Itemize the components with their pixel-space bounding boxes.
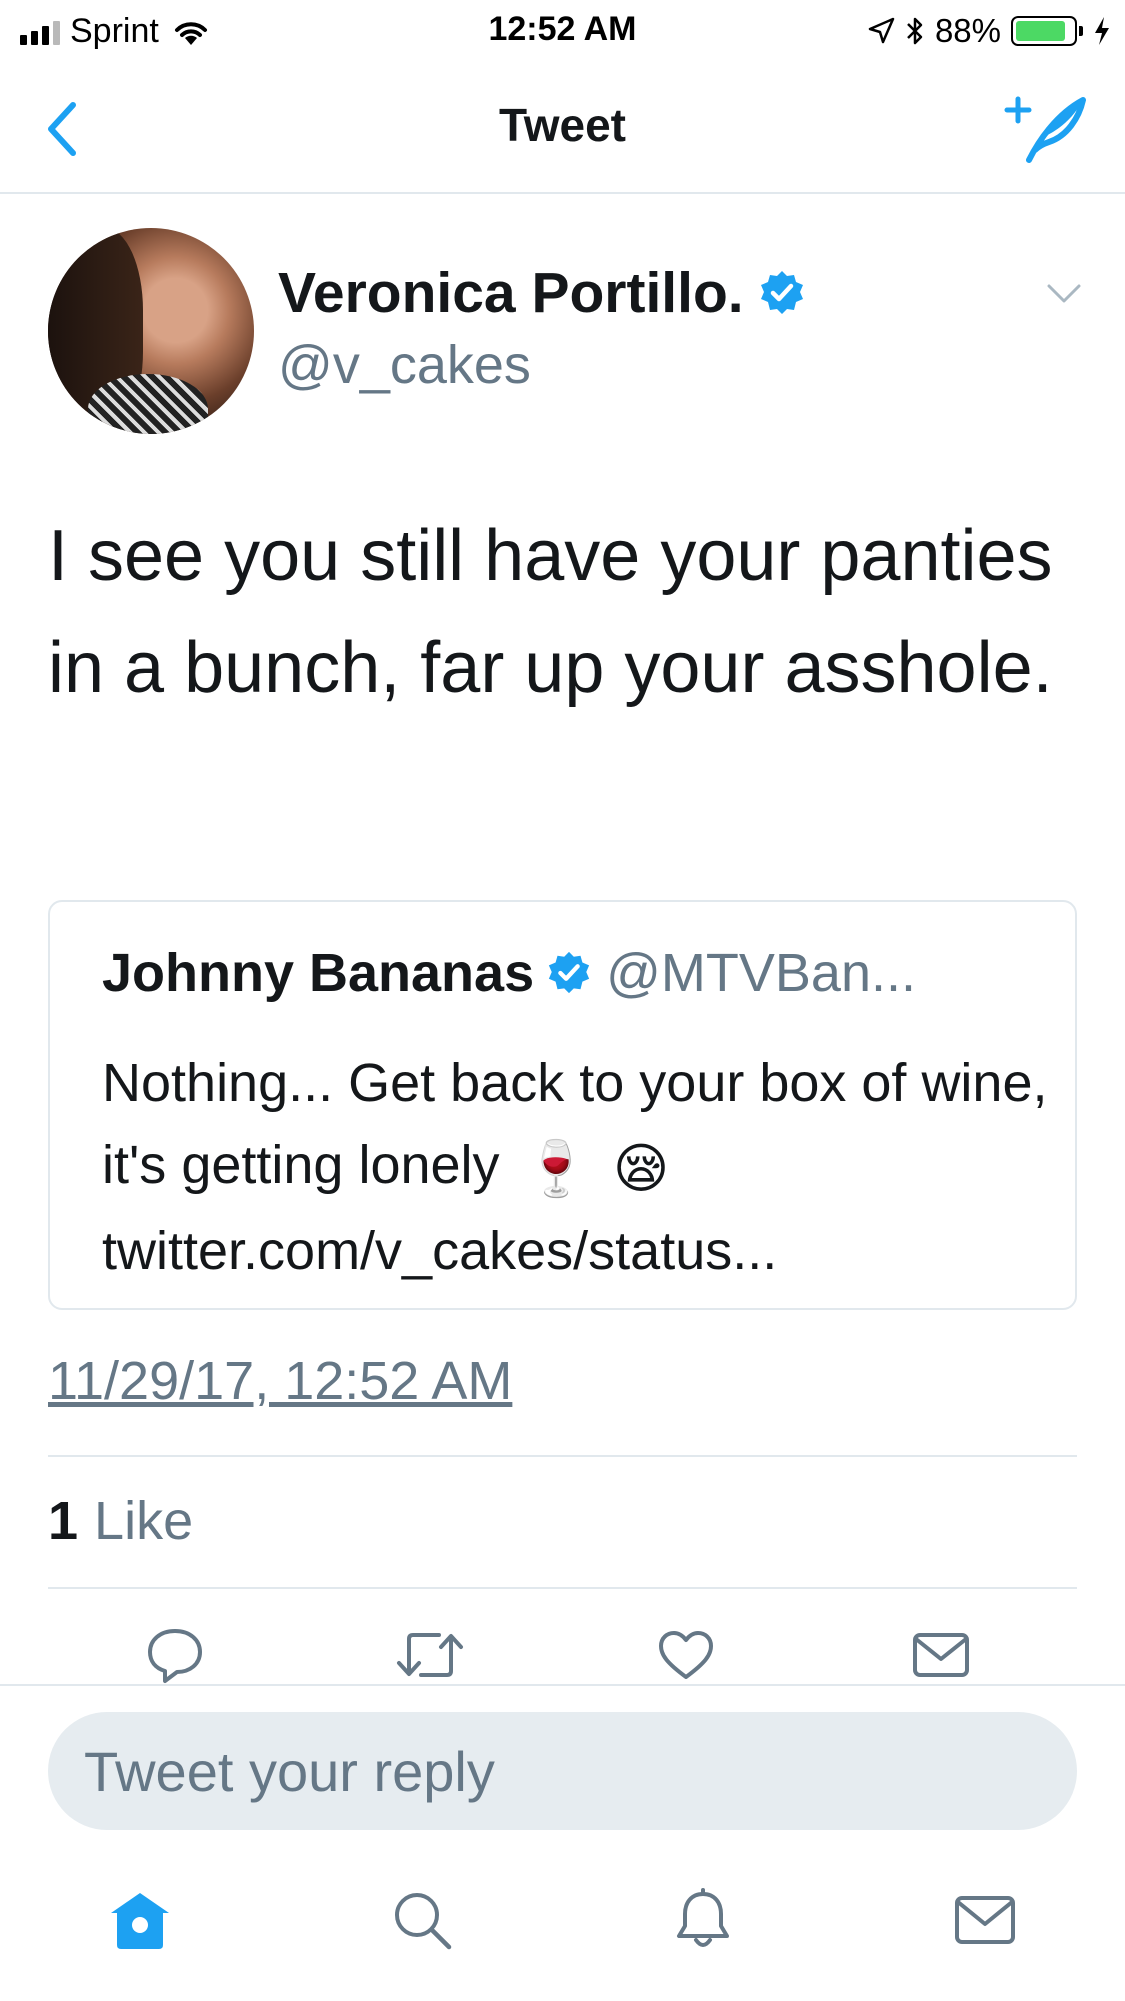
- chevron-down-icon[interactable]: [1047, 284, 1081, 304]
- home-icon: [111, 1893, 169, 1949]
- author-name-text: Veronica Portillo.: [278, 261, 744, 325]
- status-bar: Sprint 12:52 AM 88%: [0, 0, 1125, 62]
- author-avatar[interactable]: [48, 228, 254, 434]
- reply-icon: [148, 1629, 202, 1683]
- divider: [48, 1455, 1077, 1457]
- verified-badge-icon: [760, 271, 803, 314]
- reply-input[interactable]: [48, 1712, 1077, 1830]
- tab-home[interactable]: [100, 1880, 180, 1960]
- messages-icon: [955, 1896, 1015, 1944]
- share-button[interactable]: [906, 1620, 976, 1690]
- page-title: Tweet: [499, 99, 626, 151]
- compose-tweet-button[interactable]: [999, 88, 1089, 168]
- quoted-tweet-header: Johnny Bananas @MTVBan...: [102, 942, 916, 1004]
- quoted-author-handle: @MTVBan...: [606, 943, 917, 1003]
- search-icon: [395, 1893, 452, 1950]
- sleepy-face-emoji-icon: 😪: [612, 1138, 670, 1199]
- like-icon: [659, 1631, 713, 1679]
- tweet-actions: [0, 1620, 1125, 1690]
- likes-summary[interactable]: 1 Like: [48, 1490, 193, 1552]
- quoted-author-name: Johnny Bananas: [102, 943, 535, 1003]
- divider: [48, 1587, 1077, 1589]
- quoted-tweet-text: Nothing... Get back to your box of wine,…: [102, 1042, 1062, 1292]
- location-icon: [868, 17, 895, 44]
- battery-fill: [1016, 21, 1066, 41]
- quoted-tweet-link[interactable]: twitter.com/v_cakes/status...: [102, 1221, 777, 1281]
- compose-feather-icon: [1004, 96, 1086, 163]
- bluetooth-icon: [907, 17, 923, 45]
- verified-badge-icon: [548, 951, 590, 994]
- quoted-tweet-card[interactable]: Johnny Bananas @MTVBan... Nothing... Get…: [48, 900, 1077, 1310]
- status-right: 88%: [867, 12, 1111, 50]
- avatar-shirt: [88, 374, 208, 434]
- like-button[interactable]: [651, 1620, 721, 1690]
- tweet-timestamp[interactable]: 11/29/17, 12:52 AM: [48, 1350, 512, 1412]
- wine-glass-emoji-icon: 🍷: [522, 1138, 590, 1199]
- share-icon: [913, 1633, 969, 1677]
- tab-messages[interactable]: [945, 1880, 1025, 1960]
- tab-notifications[interactable]: [663, 1880, 743, 1960]
- tab-bar: [0, 1880, 1125, 1980]
- battery-icon: [1011, 16, 1083, 46]
- reply-button[interactable]: [140, 1620, 210, 1690]
- likes-count: 1: [48, 1491, 79, 1551]
- tweet-text: I see you still have your panties in a b…: [48, 516, 1053, 708]
- battery-percent: 88%: [934, 12, 1001, 49]
- tab-search[interactable]: [382, 1880, 462, 1960]
- charging-icon: [1095, 17, 1109, 45]
- nav-bar: Tweet: [0, 62, 1125, 194]
- retweet-button[interactable]: [395, 1620, 465, 1690]
- likes-label: Like: [94, 1491, 194, 1551]
- retweet-icon: [397, 1633, 463, 1677]
- notifications-icon: [677, 1888, 729, 1947]
- author-handle[interactable]: @v_cakes: [278, 334, 531, 396]
- author-name[interactable]: Veronica Portillo.: [278, 260, 806, 326]
